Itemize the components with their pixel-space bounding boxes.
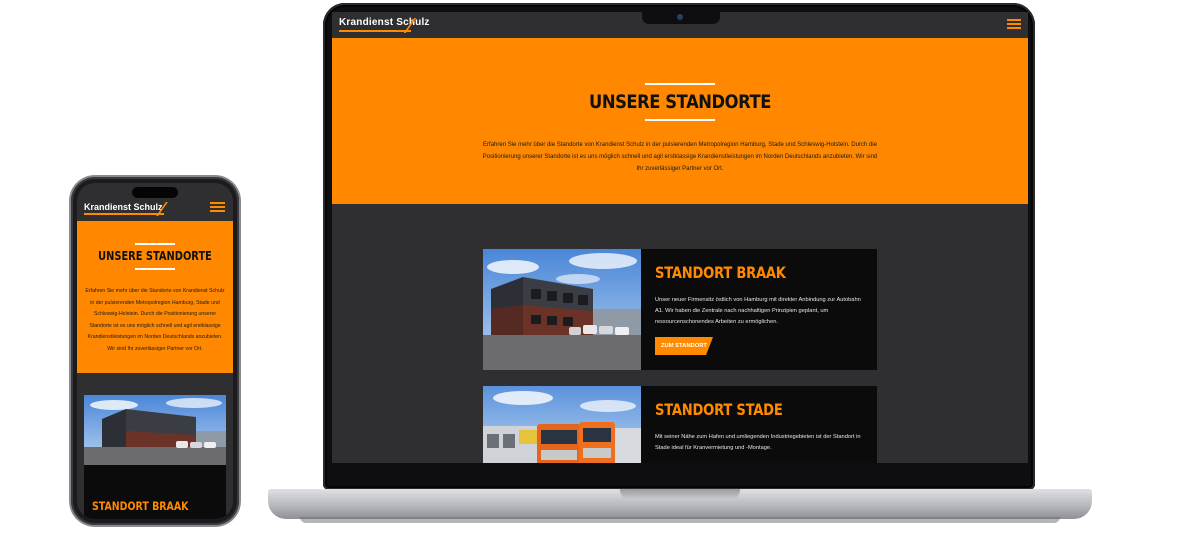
phone-screen: Krandienst Schulz UNSERE STANDORTE Erfah… xyxy=(77,183,233,519)
location-description: Mit seiner Nähe zum Hafen und umliegende… xyxy=(655,434,861,451)
hero-section: UNSERE STANDORTE Erfahren Sie mehr über … xyxy=(77,221,233,373)
logo-underline xyxy=(84,213,164,215)
location-title: STANDORT BRAAK xyxy=(655,263,786,282)
title-divider-bottom xyxy=(645,119,715,121)
hamburger-menu-icon[interactable] xyxy=(210,202,225,213)
hamburger-menu-icon[interactable] xyxy=(1007,19,1021,30)
location-title: STANDORT STADE xyxy=(655,400,783,419)
laptop-lid-groove xyxy=(620,489,740,499)
page-title: UNSERE STANDORTE xyxy=(588,91,771,113)
location-card-braak: STANDORT BRAAK xyxy=(84,395,226,519)
camera-icon xyxy=(677,14,683,20)
logo[interactable]: Krandienst Schulz xyxy=(84,202,163,212)
braak-building-image xyxy=(84,395,226,465)
location-description: Unser neuer Firmensitz östlich von Hambu… xyxy=(655,297,861,325)
logo[interactable]: Krandienst Schulz xyxy=(339,17,430,28)
location-card-stade: STANDORT STADE Mit seiner Nähe zum Hafen… xyxy=(483,386,877,463)
title-divider-top xyxy=(645,83,715,85)
laptop-shadow xyxy=(300,517,1060,523)
logo-underline xyxy=(339,30,411,32)
braak-building-image xyxy=(483,249,641,370)
page-title: UNSERE STANDORTE xyxy=(98,249,212,263)
hero-section: UNSERE STANDORTE Erfahren Sie mehr über … xyxy=(332,38,1028,204)
stade-trucks-image xyxy=(483,386,641,463)
location-card-braak: STANDORT BRAAK Unser neuer Firmensitz ös… xyxy=(483,249,877,370)
phone-dynamic-island xyxy=(132,187,178,198)
location-button[interactable]: ZUM STANDORT xyxy=(655,337,713,355)
hero-description: Erfahren Sie mehr über die Standorte von… xyxy=(482,142,878,172)
location-title: STANDORT BRAAK xyxy=(92,499,189,513)
title-divider-top xyxy=(135,243,175,245)
laptop-screen: Krandienst Schulz UNSERE STANDORTE Erfah… xyxy=(332,12,1028,463)
title-divider-bottom xyxy=(135,268,175,270)
hero-description: Erfahren Sie mehr über die Standorte von… xyxy=(85,288,225,352)
